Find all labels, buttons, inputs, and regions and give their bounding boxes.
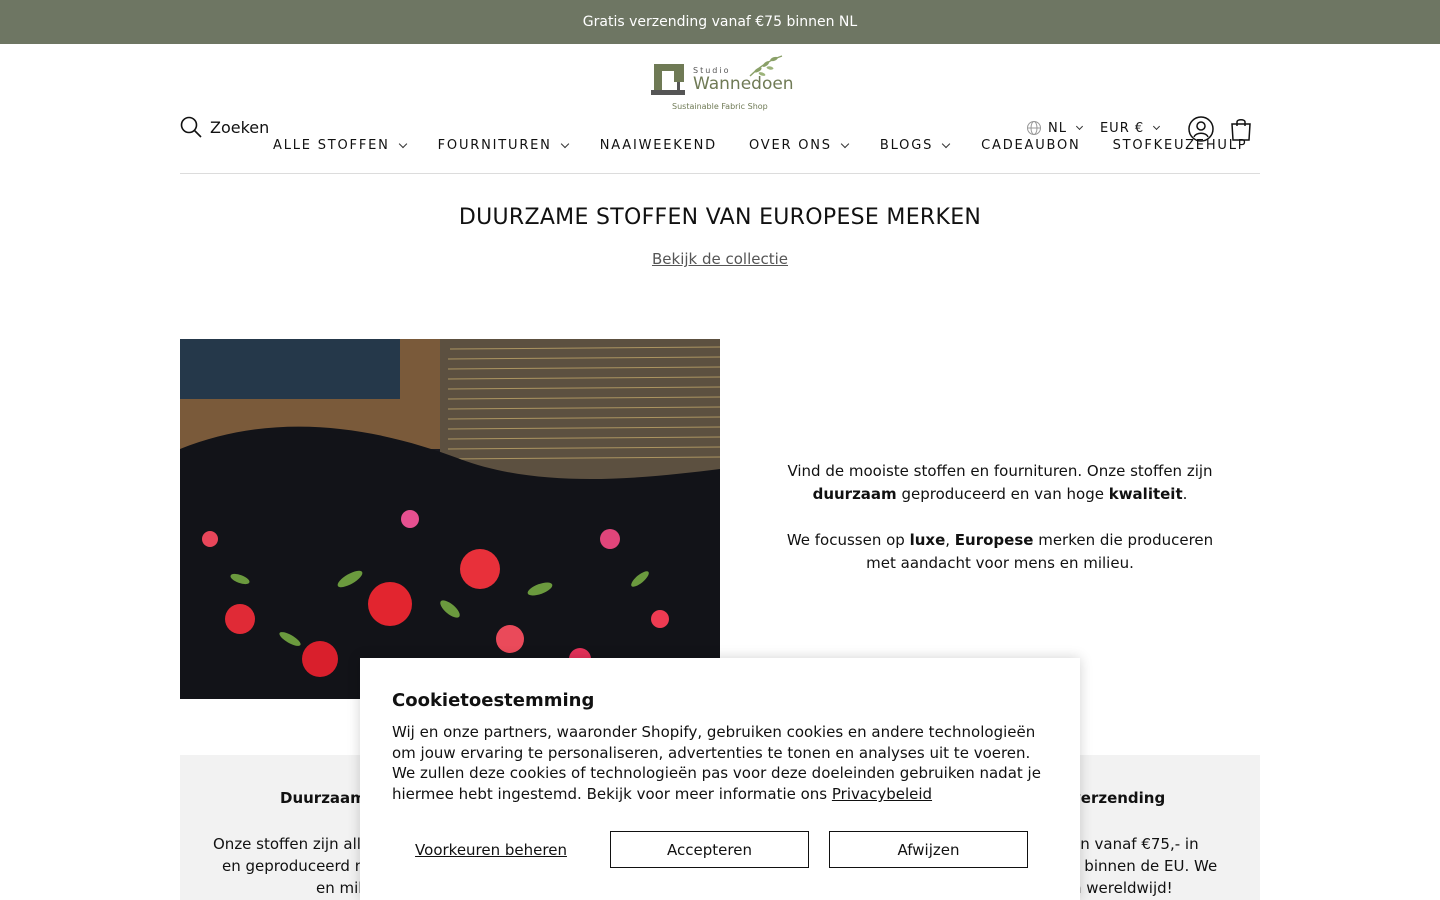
currency-selector[interactable]: EUR € [1099, 120, 1161, 136]
nav-fournituren[interactable]: FOURNITUREN [437, 138, 569, 153]
locale-selectors: NL EUR € [1026, 120, 1161, 136]
feature-paragraph-1: Vind de mooiste stoffen en fournituren. … [780, 460, 1220, 506]
usp-text-line: en vanaf €75,- in [1071, 835, 1199, 853]
chevron-down-icon [1075, 122, 1084, 131]
cookie-body: Wij en onze partners, waaronder Shopify,… [392, 722, 1052, 805]
decline-button[interactable]: Afwijzen [829, 831, 1028, 868]
privacy-policy-link[interactable]: Privacybeleid [832, 785, 932, 803]
text-bold: duurzaam [812, 485, 897, 503]
hero-title: DUURZAME STOFFEN VAN EUROPESE MERKEN [458, 205, 982, 230]
nav-blogs[interactable]: BLOGS [879, 138, 951, 153]
search-icon [180, 116, 202, 138]
accept-button[interactable]: Accepteren [610, 831, 809, 868]
currency-label: EUR € [1099, 120, 1145, 136]
chevron-down-icon [560, 139, 569, 149]
nav-label: FOURNITUREN [437, 138, 552, 153]
logo-brand-text: Wannedoen [693, 74, 794, 94]
text-segment: geproduceerd en van hoge [896, 485, 1109, 503]
search-button[interactable]: Zoeken [180, 116, 269, 138]
usp-text-line: n wereldwijd! [1072, 879, 1173, 897]
text-segment: Vind de mooiste stoffen en fournituren. … [787, 462, 1213, 480]
hero-section: DUURZAME STOFFEN VAN EUROPESE MERKEN Bek… [0, 205, 1440, 268]
cookie-title: Cookietoestemming [392, 690, 595, 711]
usp-shipping: verzending en vanaf €75,- in 5 binnen de… [1060, 787, 1240, 899]
manage-preferences-button[interactable]: Voorkeuren beheren [392, 831, 590, 868]
usp-text-line: 5 binnen de EU. We [1070, 857, 1218, 875]
chevron-down-icon [840, 139, 850, 149]
shopping-bag-icon [1231, 119, 1251, 141]
feature-description: Vind de mooiste stoffen en fournituren. … [780, 460, 1220, 575]
cookie-actions: Voorkeuren beheren Accepteren Afwijzen [392, 831, 1048, 868]
globe-icon [1027, 121, 1041, 135]
usp-title: verzending [1071, 789, 1166, 807]
cart-button[interactable] [1229, 116, 1255, 142]
nav-over-ons[interactable]: OVER ONS [748, 138, 850, 153]
announcement-text: Gratis verzending vanaf €75 binnen NL [582, 14, 858, 30]
account-icon [1188, 116, 1214, 142]
text-segment: . [1182, 485, 1188, 503]
logo[interactable]: Studio Wannedoen Sustainable Fabric Shop [650, 52, 794, 114]
nav-label: BLOGS [879, 138, 934, 153]
nav-cadeaubon[interactable]: CADEAUBON [981, 138, 1080, 153]
cookie-consent-dialog: Cookietoestemming Wij en onze partners, … [360, 658, 1080, 900]
language-selector[interactable]: NL [1026, 120, 1084, 136]
text-segment: , [945, 531, 955, 549]
fabric-image [180, 339, 720, 699]
chevron-down-icon [1153, 122, 1161, 131]
nav-label: CADEAUBON [981, 138, 1081, 153]
announcement-bar: Gratis verzending vanaf €75 binnen NL [0, 0, 1440, 44]
search-label: Zoeken [210, 117, 270, 137]
account-button[interactable] [1188, 116, 1214, 142]
logo-tagline: Sustainable Fabric Shop [672, 102, 768, 111]
nav-alle-stoffen[interactable]: ALLE STOFFEN [273, 138, 407, 153]
nav-stofkeuzehulp[interactable]: STOFKEUZEHULP [1113, 138, 1248, 153]
text-bold: kwaliteit [1108, 485, 1183, 503]
nav-label: ALLE STOFFEN [273, 138, 390, 153]
feature-paragraph-2: We focussen op luxe, Europese merken die… [780, 529, 1220, 575]
nav-label: NAAIWEEKEND [599, 138, 717, 153]
nav-naaiweekend[interactable]: NAAIWEEKEND [600, 138, 717, 153]
nav-label: STOFKEUZEHULP [1112, 138, 1248, 153]
site-header: Studio Wannedoen Sustainable Fabric Shop… [180, 44, 1260, 174]
chevron-down-icon [398, 139, 407, 149]
cookie-body-text: Wij en onze partners, waaronder Shopify,… [392, 723, 1041, 804]
view-collection-link[interactable]: Bekijk de collectie [652, 250, 788, 268]
language-label: NL [1048, 120, 1067, 136]
text-bold: luxe [909, 531, 946, 549]
chevron-down-icon [941, 139, 951, 149]
text-segment: We focussen op [786, 531, 910, 549]
text-bold: Europese [954, 531, 1034, 549]
main-nav: ALLE STOFFEN FOURNITUREN NAAIWEEKEND OVE… [273, 138, 1247, 153]
nav-label: OVER ONS [748, 138, 832, 153]
